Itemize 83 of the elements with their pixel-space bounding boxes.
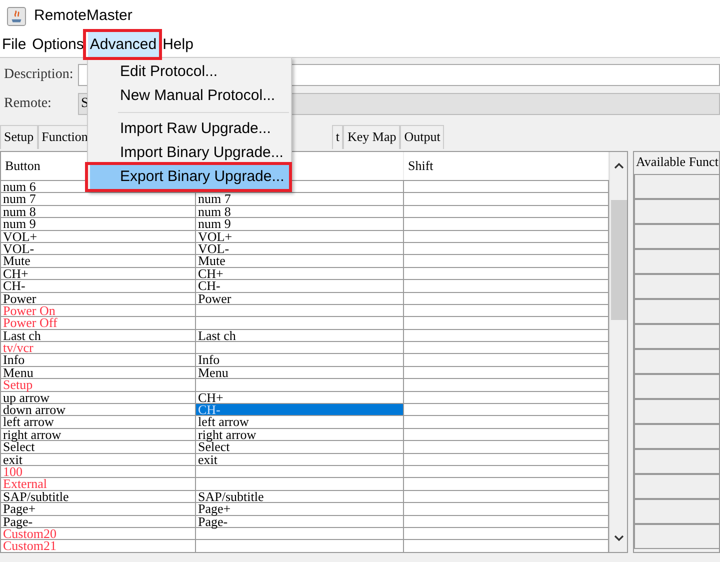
function-button[interactable] bbox=[634, 424, 719, 449]
table-cell: Custom21 bbox=[1, 540, 196, 552]
table-cell: num 8 bbox=[1, 206, 196, 218]
table-cell: CH+ bbox=[196, 268, 404, 280]
table-cell: Select bbox=[1, 441, 196, 453]
table-cell: up arrow bbox=[1, 392, 196, 404]
function-button[interactable] bbox=[634, 324, 719, 349]
table-cell: Power On bbox=[1, 304, 196, 316]
function-button[interactable] bbox=[634, 524, 719, 549]
table-cell: exit bbox=[1, 454, 196, 465]
function-button[interactable] bbox=[634, 349, 719, 374]
table-cell: Mute bbox=[1, 255, 196, 267]
app-icon bbox=[7, 6, 26, 26]
table-cell: Info bbox=[1, 354, 196, 366]
table-cell: VOL+ bbox=[196, 230, 404, 242]
table-cell: Page- bbox=[1, 516, 196, 527]
table-cell: Setup bbox=[1, 379, 196, 391]
table-cell: Select bbox=[196, 441, 404, 453]
table-cell: SAP/subtitle bbox=[196, 490, 404, 502]
table-cell: exit bbox=[196, 454, 404, 465]
table-cell: num 8 bbox=[196, 206, 404, 218]
table-cell: CH+ bbox=[196, 392, 404, 404]
table-cell: VOL+ bbox=[1, 230, 196, 242]
table-cell: Last ch bbox=[1, 330, 196, 342]
table-cell: Power Off bbox=[1, 317, 196, 329]
function-button[interactable] bbox=[634, 374, 719, 399]
table-cell: num 7 bbox=[196, 193, 404, 205]
table-cell: left arrow bbox=[196, 416, 404, 428]
table-cell: VOL- bbox=[1, 242, 196, 254]
table-cell: External bbox=[1, 478, 196, 490]
table-cell: VOL- bbox=[196, 242, 404, 254]
field-label: Remote: bbox=[4, 95, 52, 113]
panel-title: Available Funct bbox=[635, 153, 719, 171]
table-cell: tv/vcr bbox=[1, 342, 196, 354]
menu-item[interactable]: Help bbox=[160, 32, 196, 57]
menu-item[interactable]: Import Raw Upgrade... bbox=[90, 117, 289, 141]
field-label: Description: bbox=[4, 66, 74, 84]
table-cell: CH- bbox=[196, 404, 404, 416]
menu-item[interactable]: Edit Protocol... bbox=[90, 60, 289, 84]
menu-item[interactable]: File bbox=[0, 32, 28, 57]
function-button[interactable] bbox=[634, 299, 719, 324]
function-button[interactable] bbox=[634, 274, 719, 299]
function-button[interactable] bbox=[634, 399, 719, 424]
table-cell: Menu bbox=[1, 366, 196, 378]
table-cell: num 9 bbox=[1, 218, 196, 230]
table-cell: CH- bbox=[196, 280, 404, 292]
menu-item[interactable]: Options bbox=[30, 32, 86, 57]
tab[interactable]: Key Map bbox=[343, 125, 400, 149]
table-cell: Page- bbox=[196, 516, 404, 527]
function-button[interactable] bbox=[634, 474, 719, 499]
function-button[interactable] bbox=[634, 199, 719, 224]
table-cell: Power bbox=[196, 292, 404, 304]
table-cell: CH- bbox=[1, 280, 196, 292]
tab[interactable]: Setup bbox=[0, 125, 38, 149]
table-cell: num 9 bbox=[196, 218, 404, 230]
window-title: RemoteMaster bbox=[34, 6, 132, 26]
menu-item[interactable]: Export Binary Upgrade... bbox=[90, 165, 289, 189]
table-cell: Last ch bbox=[196, 330, 404, 342]
tab[interactable]: t bbox=[332, 125, 344, 149]
scroll-up-icon[interactable] bbox=[614, 162, 624, 170]
function-button[interactable] bbox=[634, 174, 719, 199]
table-cell: Page+ bbox=[1, 503, 196, 515]
table-cell: CH+ bbox=[1, 268, 196, 280]
table-cell: 100 bbox=[1, 466, 196, 478]
table-cell: Page+ bbox=[196, 503, 404, 515]
table-cell: right arrow bbox=[1, 428, 196, 440]
function-button[interactable] bbox=[634, 249, 719, 274]
function-button[interactable] bbox=[634, 224, 719, 249]
table-cell: Power bbox=[1, 292, 196, 304]
function-button[interactable] bbox=[634, 449, 719, 474]
table-cell: Custom20 bbox=[1, 528, 196, 540]
table-cell: num 7 bbox=[1, 193, 196, 205]
table-cell: left arrow bbox=[1, 416, 196, 428]
table-cell: Menu bbox=[196, 366, 404, 378]
tab[interactable]: Output bbox=[400, 125, 444, 149]
table-cell: Mute bbox=[196, 255, 404, 267]
scroll-down-icon[interactable] bbox=[614, 534, 624, 542]
table-cell: right arrow bbox=[196, 428, 404, 440]
table-cell: SAP/subtitle bbox=[1, 490, 196, 502]
menu-item[interactable]: Advanced bbox=[88, 32, 159, 57]
scrollbar[interactable] bbox=[609, 152, 627, 552]
function-button[interactable] bbox=[634, 499, 719, 524]
table-cell: Info bbox=[196, 354, 404, 366]
